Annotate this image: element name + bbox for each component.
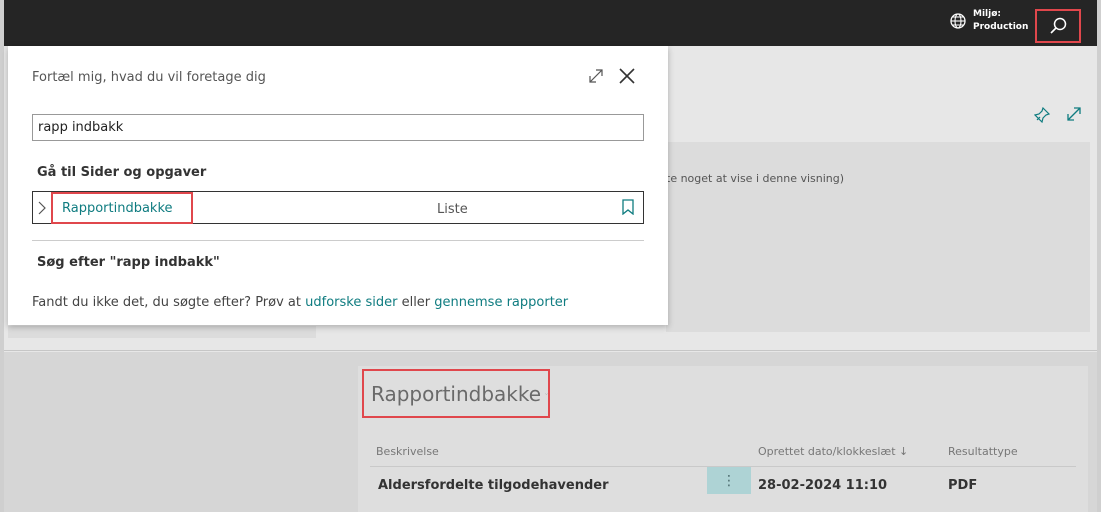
footer-prefix: Fandt du ikke det, du søgte efter? Prøv … [32, 295, 306, 310]
top-bar: Miljø: Production [4, 0, 1097, 46]
expand-icon[interactable] [588, 68, 604, 84]
row-created: 28-02-2024 11:10 [758, 478, 888, 493]
chevron-right-icon [38, 201, 46, 215]
column-header-type[interactable]: Resultattype [948, 445, 1018, 458]
explore-pages-link[interactable]: udforske sider [305, 295, 397, 310]
globe-icon [950, 13, 966, 29]
close-icon[interactable] [619, 68, 635, 84]
row-type: PDF [948, 478, 978, 493]
result-highlight[interactable]: Rapportindbakke [51, 192, 193, 224]
search-input[interactable] [32, 114, 644, 141]
divider [32, 240, 644, 241]
more-vertical-icon: ⋮ [722, 472, 736, 489]
report-inbox-title[interactable]: Rapportindbakke [362, 369, 550, 418]
tell-me-dialog: Fortæl mig, hvad du vil foretage dig Gå … [8, 46, 668, 325]
row-actions-button[interactable]: ⋮ [707, 467, 751, 494]
environment-indicator[interactable]: Miljø: Production [949, 8, 1028, 34]
browse-reports-link[interactable]: gennemse rapporter [434, 295, 568, 310]
result-type: Liste [437, 202, 468, 217]
column-header-created[interactable]: Oprettet dato/klokkeslæt ↓ [758, 445, 908, 458]
dialog-title: Fortæl mig, hvad du vil foretage dig [32, 70, 266, 85]
footer-text: Fandt du ikke det, du søgte efter? Prøv … [32, 295, 568, 310]
result-link[interactable]: Rapportindbakke [62, 201, 173, 216]
search-icon [1050, 17, 1067, 34]
row-description[interactable]: Aldersfordelte tilgodehavender [378, 478, 609, 493]
environment-label: Miljø: [973, 9, 1001, 19]
footer-middle: eller [397, 295, 435, 310]
search-button[interactable] [1035, 9, 1081, 43]
left-card-edge [8, 326, 316, 338]
empty-card: te noget at vise i denne visning) [666, 142, 1090, 332]
panel-title: Rapportindbakke [371, 381, 542, 406]
chevron-down-icon [545, 392, 548, 395]
bookmark-icon[interactable] [622, 199, 634, 215]
section-heading: Gå til Sider og opgaver [37, 165, 207, 180]
empty-message: te noget at vise i denne visning) [666, 172, 845, 185]
pin-icon[interactable] [1034, 107, 1050, 123]
column-header-description[interactable]: Beskrivelse [376, 445, 439, 458]
search-for-link[interactable]: Søg efter "rapp indbakk" [37, 255, 220, 270]
environment-value: Production [973, 22, 1029, 32]
expand-icon[interactable] [1066, 106, 1082, 122]
divider [4, 350, 1097, 351]
